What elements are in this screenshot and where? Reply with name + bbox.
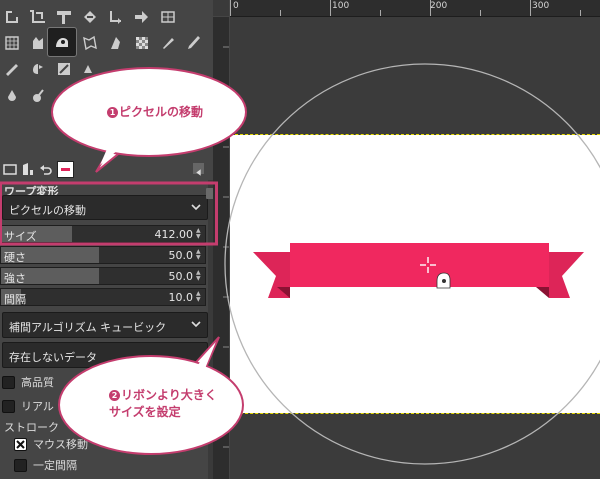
callout-2-line2: サイズを設定 — [109, 405, 181, 419]
perspective-clone-icon[interactable] — [1, 32, 23, 54]
flip-icon[interactable] — [105, 6, 127, 28]
smudge-tool-icon[interactable] — [53, 85, 75, 107]
pencil-icon[interactable] — [131, 32, 153, 54]
layer-boundary-top — [230, 134, 600, 135]
images-tab-icon[interactable] — [57, 161, 74, 178]
tool-options-tabs — [0, 158, 222, 180]
path-icon[interactable] — [53, 58, 75, 80]
realtime-check-row[interactable]: リアル — [2, 398, 54, 414]
configure-tab-icon[interactable] — [193, 163, 204, 176]
callout-2-number: 2 — [109, 390, 120, 401]
spin-arrows-icon[interactable]: ▲ ▼ — [196, 291, 203, 303]
size-value: 412.00 — [154, 228, 194, 241]
layer-boundary-bottom — [230, 413, 600, 414]
align-icon[interactable] — [131, 6, 153, 28]
spacing-value: 10.0 — [168, 291, 194, 304]
callout-1-label: ピクセルの移動 — [119, 105, 204, 119]
high-quality-check-row[interactable]: 高品質 — [2, 374, 54, 390]
during-motion-label: マウス移動 — [33, 438, 88, 451]
periodically-label: 一定間隔 — [33, 459, 77, 472]
spacing-slider[interactable]: 間隔 10.0 ▲ ▼ — [0, 288, 206, 306]
size-slider[interactable]: サイズ 412.00 ▲ ▼ — [0, 225, 206, 243]
during-motion-check-row[interactable]: マウス移動 — [14, 436, 88, 452]
strength-label: 強さ — [4, 272, 26, 285]
heal-icon[interactable] — [183, 32, 205, 54]
strength-slider[interactable]: 強さ 50.0 ▲ ▼ — [0, 267, 206, 285]
periodically-check-row[interactable]: 一定間隔 — [14, 457, 77, 473]
handle-transform-icon[interactable] — [47, 27, 77, 57]
undo-history-tab-icon[interactable] — [38, 161, 54, 177]
ruler-ticks — [230, 0, 581, 16]
abyss-select[interactable]: 存在しないデータ — [2, 342, 208, 368]
spin-arrows-icon[interactable]: ▲ ▼ — [196, 228, 203, 240]
callout-2-text: 2 リボンより大きく サイズを設定 — [109, 387, 217, 421]
horizontal-ruler: 0 100 200 300 — [230, 0, 600, 17]
spin-arrows-icon[interactable]: ▲ ▼ — [196, 249, 203, 261]
text-icon[interactable] — [79, 58, 101, 80]
crop-icon[interactable] — [27, 6, 49, 28]
hardness-value: 50.0 — [168, 249, 194, 262]
unified-transform-icon[interactable] — [53, 6, 75, 28]
strength-value: 50.0 — [168, 270, 194, 283]
callout-2-line1: リボンより大きく — [121, 388, 217, 402]
size-label: サイズ — [4, 230, 37, 243]
free-select-icon[interactable] — [1, 6, 23, 28]
dodge-burn-icon[interactable] — [1, 58, 23, 80]
device-status-tab-icon[interactable] — [20, 161, 36, 177]
spin-arrows-icon[interactable]: ▲ ▼ — [196, 270, 203, 282]
high-quality-checkbox[interactable] — [2, 375, 15, 389]
bucket-fill-icon[interactable] — [79, 32, 101, 54]
spacing-label: 間隔 — [4, 293, 26, 306]
hardness-slider[interactable]: 硬さ 50.0 ▲ ▼ — [0, 246, 206, 264]
realtime-label: リアル — [21, 400, 54, 413]
ink-icon[interactable] — [27, 58, 49, 80]
quick-mask-corner-button[interactable] — [213, 0, 229, 16]
image-layer[interactable] — [230, 135, 600, 413]
high-quality-label: 高品質 — [21, 376, 54, 389]
smudge-icon[interactable] — [157, 32, 179, 54]
chevron-down-icon — [191, 204, 201, 211]
abyss-label: 存在しないデータ — [9, 351, 97, 364]
interpolation-select[interactable]: 補間アルゴリズム キュービック — [2, 312, 208, 338]
move-tool-icon[interactable] — [27, 32, 49, 54]
realtime-checkbox[interactable] — [2, 399, 15, 413]
interpolation-label: 補間アルゴリズム キュービック — [9, 321, 167, 334]
behavior-select[interactable]: ピクセルの移動 — [2, 195, 208, 220]
blend-icon[interactable] — [105, 32, 127, 54]
behavior-select-label: ピクセルの移動 — [9, 204, 86, 217]
color-picker-icon[interactable] — [1, 85, 23, 107]
hardness-label: 硬さ — [4, 251, 26, 264]
during-motion-checkbox[interactable] — [14, 437, 27, 451]
cage-transform-icon[interactable] — [157, 6, 179, 28]
callout-1-number: 1 — [107, 107, 118, 118]
periodically-checkbox[interactable] — [14, 458, 27, 472]
stroke-section-label: ストローク — [4, 421, 59, 434]
chevron-down-icon — [191, 321, 201, 328]
zoom-icon[interactable] — [27, 85, 49, 107]
warp-transform-icon[interactable] — [79, 6, 101, 28]
callout-1-text: 1 ピクセルの移動 — [107, 104, 203, 121]
tool-options-tab-icon[interactable] — [2, 161, 18, 177]
